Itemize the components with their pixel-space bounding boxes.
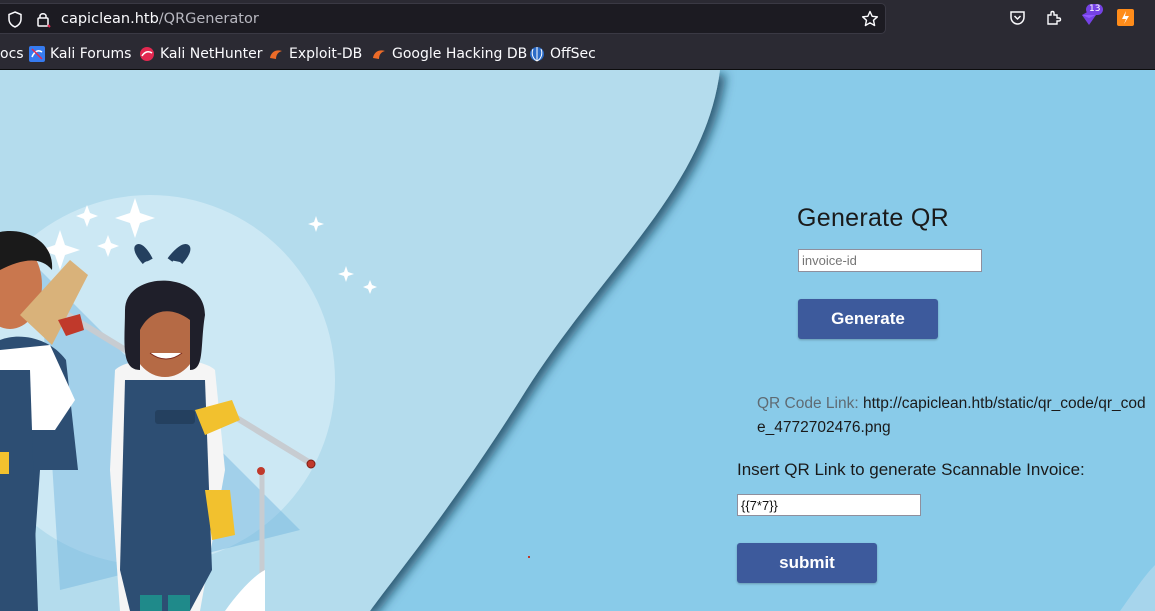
bookmark-label: Kali NetHunter [160, 46, 263, 62]
red-dot [528, 556, 530, 558]
url-path: /QRGenerator [158, 11, 259, 27]
offsec-icon [530, 47, 544, 62]
bookmark-docs[interactable]: ocs [0, 45, 24, 63]
bookmark-kali-forums[interactable]: Kali Forums [29, 45, 131, 63]
bookmark-label: ocs [0, 46, 24, 62]
extension-badge: 13 [1086, 4, 1104, 15]
kali-nethunter-icon [140, 47, 154, 61]
bookmark-google-hacking-db[interactable]: Google Hacking DB [371, 45, 527, 63]
generate-button[interactable]: Generate [798, 299, 938, 339]
exploit-db-icon [270, 50, 282, 59]
qr-code-link-label: QR Code Link: [757, 395, 859, 412]
page-content: Generate QR Generate QR Code Link: http:… [0, 70, 1155, 611]
ghdb-icon [373, 50, 385, 59]
bookmark-label: Kali Forums [50, 46, 132, 62]
background-illustration [0, 70, 1155, 611]
lock-icon[interactable] [35, 11, 51, 28]
pocket-icon[interactable] [1009, 9, 1026, 26]
bookmark-kali-nethunter[interactable]: Kali NetHunter [139, 45, 262, 63]
bookmark-label: Exploit-DB [289, 46, 363, 62]
kali-forums-icon [29, 46, 45, 62]
submit-button[interactable]: submit [737, 543, 877, 583]
bookmark-exploit-db[interactable]: Exploit-DB [268, 45, 362, 63]
generate-qr-title: Generate QR [797, 204, 949, 232]
url-text[interactable]: capiclean.htb/QRGenerator [61, 11, 259, 27]
bookmarks-toolbar: ocs Kali Forums Kali NetHunter Exploit-D… [0, 38, 1155, 70]
invoice-id-input[interactable] [798, 249, 982, 272]
bookmark-star-icon[interactable] [861, 10, 879, 28]
burp-proxy-icon[interactable] [1117, 9, 1134, 26]
bookmark-label: OffSec [550, 46, 596, 62]
insert-qr-link-label: Insert QR Link to generate Scannable Inv… [737, 460, 1085, 479]
bookmark-label: Google Hacking DB [392, 46, 528, 62]
browser-toolbar: capiclean.htb/QRGenerator 13 [0, 0, 1155, 38]
qr-link-input[interactable] [737, 494, 921, 516]
qr-code-link: QR Code Link: http://capiclean.htb/stati… [757, 392, 1147, 440]
shield-icon[interactable] [7, 11, 23, 28]
bookmark-offsec[interactable]: OffSec [529, 45, 596, 63]
url-host: capiclean.htb [61, 11, 159, 27]
extensions-icon[interactable] [1045, 9, 1062, 26]
address-bar[interactable]: capiclean.htb/QRGenerator [0, 3, 886, 34]
